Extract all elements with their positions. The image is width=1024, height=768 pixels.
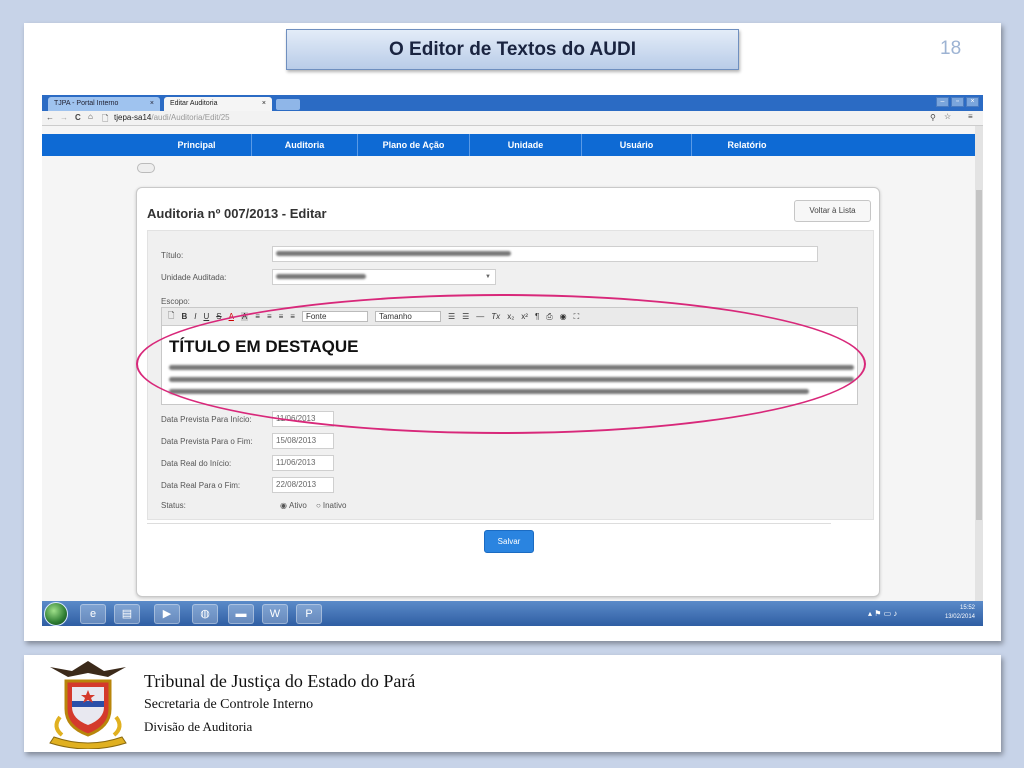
explorer-icon[interactable]: ▤ — [114, 604, 140, 624]
date-label: Data Real Para o Fim: — [161, 481, 241, 490]
scrollbar-thumb[interactable] — [976, 190, 982, 520]
menu-item-unidade[interactable]: Unidade — [470, 134, 582, 156]
radio-unchecked-icon[interactable]: ○ — [316, 501, 321, 510]
app-menu: Principal Auditoria Plano de Ação Unidad… — [42, 134, 975, 156]
folder-icon[interactable]: ▬ — [228, 604, 254, 624]
date-input[interactable]: 15/08/2013 — [272, 433, 334, 449]
tab-editar[interactable]: Editar Auditoria × — [164, 97, 272, 111]
date-label: Data Prevista Para Início: — [161, 415, 252, 424]
coat-of-arms-icon — [49, 661, 127, 749]
unidade-label: Unidade Auditada: — [161, 273, 227, 282]
menu-icon[interactable]: ≡ — [968, 112, 973, 121]
bold-icon[interactable]: B — [181, 312, 187, 321]
tab-label: Editar Auditoria — [170, 100, 218, 107]
save-button[interactable]: Salvar — [484, 530, 534, 553]
radio-checked-icon[interactable]: ◉ — [280, 501, 287, 510]
back-icon[interactable]: ← — [46, 113, 54, 122]
tab-bar: TJPA - Portal Interno × Editar Auditoria… — [42, 95, 983, 111]
close-window-icon[interactable]: × — [966, 97, 979, 107]
new-tab-button[interactable] — [276, 99, 300, 110]
page-number: 18 — [940, 38, 962, 59]
window-controls: – ▫ × — [936, 97, 979, 107]
chrome-icon[interactable]: ◍ — [192, 604, 218, 624]
tab-portal[interactable]: TJPA - Portal Interno × — [48, 97, 160, 111]
powerpoint-icon[interactable]: P — [296, 604, 322, 624]
slide-title: O Editor de Textos do AUDI — [286, 29, 739, 70]
footer: Tribunal de Justiça do Estado do Pará Se… — [24, 655, 1001, 752]
maximize-icon[interactable]: ▫ — [951, 97, 964, 107]
url-host: tjepa-sa14 — [114, 113, 152, 122]
status-inativo-option[interactable]: ○ Inativo — [316, 501, 346, 510]
clock[interactable]: 15:52 13/02/2014 — [945, 604, 975, 622]
titulo-label: Título: — [161, 251, 184, 260]
footer-line2: Secretaria de Controle Interno — [144, 697, 314, 712]
reload-icon[interactable]: C — [75, 113, 81, 122]
source-icon[interactable]: 🗋 — [168, 310, 174, 324]
close-icon[interactable]: × — [262, 97, 266, 111]
date-input[interactable]: 22/08/2013 — [272, 477, 334, 493]
footer-line1: Tribunal de Justiça do Estado do Pará — [144, 671, 416, 691]
url-path: /audi/Auditoria/Edit/25 — [151, 113, 230, 122]
radio-label: Inativo — [322, 501, 347, 510]
page-icon: 🗋 — [102, 114, 109, 123]
menu-item-relatorio[interactable]: Relatório — [692, 134, 802, 156]
minimize-icon[interactable]: – — [936, 97, 949, 107]
chevron-down-icon: ▼ — [485, 274, 491, 280]
panel-title: Auditoria nº 007/2013 - Editar — [147, 206, 327, 221]
menu-item-auditoria[interactable]: Auditoria — [252, 134, 358, 156]
zoom-icon[interactable]: ⚲ — [930, 113, 936, 122]
start-button-icon[interactable] — [44, 602, 68, 626]
clock-time: 15:52 — [959, 605, 975, 611]
star-icon[interactable]: ☆ — [944, 112, 951, 121]
redacted-text — [276, 251, 511, 256]
status-ativo-option[interactable]: ◉ Ativo — [280, 501, 307, 510]
radio-label: Ativo — [288, 501, 307, 510]
menu-item-plano[interactable]: Plano de Ação — [358, 134, 470, 156]
clock-date: 13/02/2014 — [944, 614, 975, 620]
highlight-oval — [136, 294, 866, 434]
address-bar: ← → C ⌂ 🗋 tjepa-sa14/audi/Auditoria/Edit… — [42, 111, 983, 126]
word-icon[interactable]: W — [262, 604, 288, 624]
close-icon[interactable]: × — [150, 97, 154, 111]
redacted-text — [276, 274, 366, 279]
date-label: Data Prevista Para o Fim: — [161, 437, 253, 446]
toggle-pill[interactable] — [137, 163, 155, 173]
menu-item-principal[interactable]: Principal — [142, 134, 252, 156]
footer-line3: Divisão de Auditoria — [144, 719, 253, 734]
italic-icon[interactable]: I — [194, 312, 196, 321]
back-to-list-button[interactable]: Voltar à Lista — [794, 200, 871, 222]
underline-icon[interactable]: U — [203, 312, 209, 321]
unidade-select[interactable]: ▼ — [272, 269, 496, 285]
tab-label: TJPA - Portal Interno — [54, 100, 119, 107]
titulo-input[interactable] — [272, 246, 818, 262]
forward-icon[interactable]: → — [60, 113, 68, 122]
windows-taskbar: e ▤ ▶ ◍ ▬ W P ▴ ⚑ ▭ ♪ 15:52 13/02/2014 — [42, 601, 983, 626]
home-icon[interactable]: ⌂ — [88, 112, 93, 121]
date-input[interactable]: 11/06/2013 — [272, 455, 334, 471]
ie-icon[interactable]: e — [80, 604, 106, 624]
media-player-icon[interactable]: ▶ — [154, 604, 180, 624]
divider — [147, 523, 831, 524]
menu-item-usuario[interactable]: Usuário — [582, 134, 692, 156]
status-label: Status: — [161, 501, 186, 510]
tray-icons[interactable]: ▴ ⚑ ▭ ♪ — [868, 609, 897, 618]
date-label: Data Real do Início: — [161, 459, 232, 468]
url-field[interactable]: tjepa-sa14/audi/Auditoria/Edit/25 — [114, 113, 230, 122]
escopo-label: Escopo: — [161, 297, 190, 306]
